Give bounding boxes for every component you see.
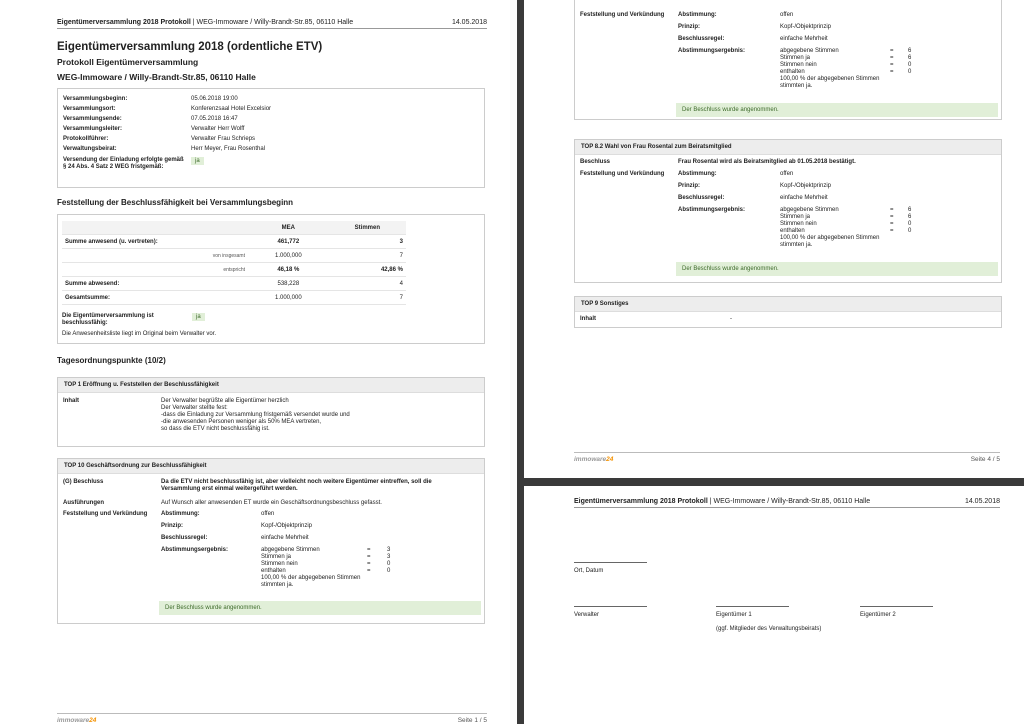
table-row: Gesamtsumme: 1.000,000 7 xyxy=(62,290,406,305)
header-title: Eigentümerversammlung 2018 Protokoll xyxy=(57,19,191,26)
signature-line xyxy=(574,606,647,607)
page-4: Feststellung und Verkündung Abstimmung: … xyxy=(524,0,1024,478)
top1-box: TOP 1 Eröffnung u. Feststellen der Besch… xyxy=(57,377,485,447)
quorum-result-row: Die Eigentümerversammlung ist beschlussf… xyxy=(62,313,205,327)
vote-results: abgegebene Stimmen = 3 Stimmen ja = 3 Stimme… xyxy=(261,547,391,588)
col-mea: MEA xyxy=(248,221,329,235)
header-address: | WEG-Immoware / Willy-Brandt-Str.85, 06… xyxy=(190,19,354,26)
top1-label: Inhalt xyxy=(63,398,79,404)
page-1: Eigentümerversammlung 2018 Protokoll | W… xyxy=(0,0,517,724)
quorum-heading: Feststellung der Beschlussfähigkeit bei … xyxy=(57,198,294,207)
meeting-info-box: Versammlungsbeginn: 05.06.2018 19:00 Vers… xyxy=(57,88,485,188)
top1-content: Der Verwalter begrüßte alle Eigentümer h… xyxy=(161,398,350,432)
signature-line xyxy=(574,562,647,563)
quorum-box: MEA Stimmen Summe anwesend (u. vertreten)… xyxy=(57,214,485,344)
page-header: Eigentümerversammlung 2018 Protokoll | W… xyxy=(57,19,487,29)
property-address: WEG-Immoware / Willy-Brandt-Str.85, 0611… xyxy=(57,72,256,82)
page-header: Eigentümerversammlung 2018 Protokoll | W… xyxy=(574,498,1000,508)
invite-row: Versendung der Einladung erfolgte gemäß … xyxy=(63,157,204,171)
signature-line xyxy=(860,606,933,607)
page-footer: immoware24 Seite 1 / 5 xyxy=(57,713,487,724)
quorum-table: MEA Stimmen Summe anwesend (u. vertreten)… xyxy=(62,221,406,305)
place-date-label: Ort, Datum xyxy=(574,568,604,574)
info-row: Versammlungsende: 07.05.2018 16:47 xyxy=(63,116,238,122)
page-number: Seite 1 / 5 xyxy=(457,717,487,724)
quorum-badge: ja xyxy=(192,313,205,321)
info-row: Versammlungsbeginn: 05.06.2018 19:00 xyxy=(63,96,238,102)
result-banner: Der Beschluss wurde angenommen. xyxy=(676,262,998,276)
page-5: Eigentümerversammlung 2018 Protokoll | W… xyxy=(524,486,1024,724)
manager-label: Verwalter xyxy=(574,612,600,618)
info-row: Protokollführer: Verwalter Frau Schrieps xyxy=(63,136,256,142)
vote-results: abgegebene Stimmen = 6 Stimmen ja = 6 Stimme… xyxy=(780,48,912,89)
result-banner: Der Beschluss wurde angenommen. xyxy=(676,103,998,117)
table-row: von insgesamt 1.000,000 7 xyxy=(62,248,406,263)
result-banner: Der Beschluss wurde angenommen. xyxy=(159,601,481,615)
owner1-label: Eigentümer 1 xyxy=(716,612,752,618)
top9-title: TOP 9 Sonstiges xyxy=(575,297,1001,312)
header-date: 14.05.2018 xyxy=(451,19,487,26)
top10-title: TOP 10 Geschäftsordnung zur Beschlussfäh… xyxy=(58,459,484,474)
table-row: Summe anwesend (u. vertreten): 461,772 3 xyxy=(62,234,406,249)
immoware-logo: immoware24 xyxy=(574,456,614,463)
signature-line xyxy=(716,606,789,607)
vote-results: abgegebene Stimmen = 6 Stimmen ja = 6 Stimme… xyxy=(780,207,912,248)
info-row: Verwaltungsbeirat: Herr Meyer, Frau Rosen… xyxy=(63,146,266,152)
top82-resolution: Frau Rosental wird als Beiratsmitglied a… xyxy=(678,159,856,165)
info-row: Versammlungsort: Konferenzsaal Hotel Exce… xyxy=(63,106,272,112)
table-row: entspricht 46,18 % 42,86 % xyxy=(62,262,406,277)
page-footer: immoware24 Seite 4 / 5 xyxy=(574,452,1000,463)
col-stimmen: Stimmen xyxy=(328,221,406,235)
page-number: Seite 4 / 5 xyxy=(970,456,1000,463)
agenda-heading: Tagesordnungspunkte (10/2) xyxy=(57,356,166,365)
owner2-label: Eigentümer 2 xyxy=(860,612,896,618)
top10-resolution: Da die ETV nicht beschlussfähig ist, abe… xyxy=(161,479,432,492)
table-row: Summe abwesend: 538,228 4 xyxy=(62,276,406,291)
top81-box-continued: Feststellung und Verkündung Abstimmung: … xyxy=(574,0,1002,120)
invite-badge: ja xyxy=(191,157,204,165)
info-row: Versammlungsleiter: Verwalter Herr Wolff xyxy=(63,126,245,132)
top10-box: TOP 10 Geschäftsordnung zur Beschlussfäh… xyxy=(57,458,485,624)
owner1-note: (ggf. Mitglieder des Verwaltungsbeirats) xyxy=(716,626,822,632)
top82-box: TOP 8.2 Wahl von Frau Rosental zum Beira… xyxy=(574,139,1002,283)
page-title: Eigentümerversammlung 2018 (ordentliche … xyxy=(57,41,323,53)
top1-title: TOP 1 Eröffnung u. Feststellen der Besch… xyxy=(58,378,484,393)
immoware-logo: immoware24 xyxy=(57,717,97,724)
attendance-note: Die Anwesenheitsliste liegt im Original … xyxy=(62,331,217,337)
top82-title: TOP 8.2 Wahl von Frau Rosental zum Beira… xyxy=(575,140,1001,155)
top9-box: TOP 9 Sonstiges Inhalt - xyxy=(574,296,1002,328)
page-subtitle: Protokoll Eigentümerversammlung xyxy=(57,57,199,67)
